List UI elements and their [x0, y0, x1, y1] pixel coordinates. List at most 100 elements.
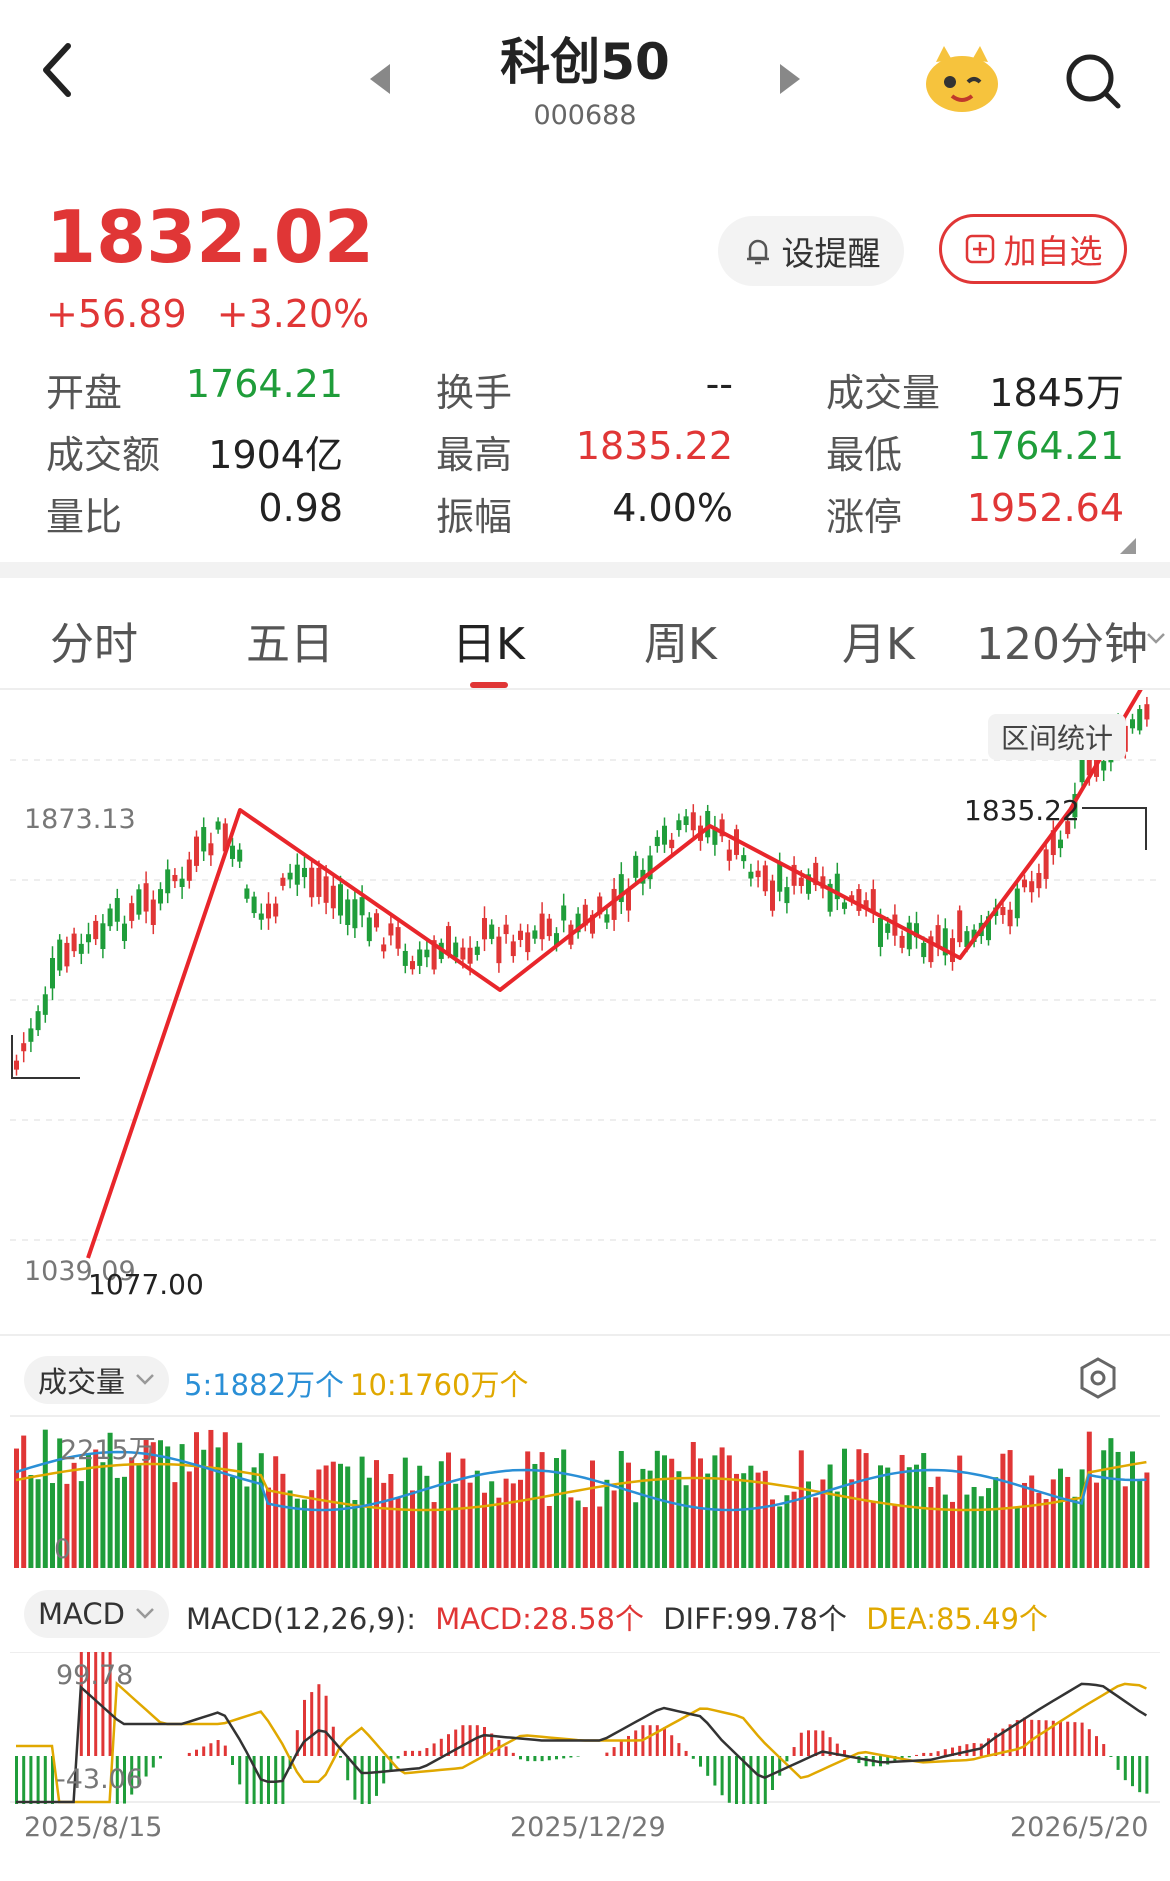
volume-bar: [460, 1458, 466, 1568]
candle-body: [71, 933, 77, 952]
stat-value: 0.98: [258, 486, 343, 530]
chevron-down-icon: [136, 1608, 154, 1619]
volume-bar: [676, 1471, 682, 1568]
volume-bar: [395, 1497, 401, 1568]
candle-body: [21, 1043, 27, 1052]
macd-histogram-bar: [663, 1727, 666, 1756]
last-price: 1832.02: [46, 195, 374, 279]
candle-body: [446, 926, 451, 955]
candle-body: [330, 885, 336, 909]
mascot-icon[interactable]: [922, 44, 1002, 116]
macd-histogram-bar: [195, 1749, 198, 1756]
volume-bar: [791, 1491, 797, 1568]
volume-bar: [978, 1496, 984, 1568]
volume-bar: [244, 1486, 250, 1568]
range-stats-button[interactable]: 区间统计: [988, 714, 1126, 760]
tab-2[interactable]: 日K: [452, 608, 525, 672]
macd-histogram-bar: [562, 1756, 566, 1759]
low-marker-line: [11, 1035, 80, 1079]
volume-bar: [496, 1497, 502, 1568]
macd-histogram-bar: [1145, 1756, 1149, 1794]
macd-histogram-bar: [29, 1756, 33, 1804]
volume-bar: [1101, 1450, 1107, 1568]
volume-bar: [784, 1495, 790, 1568]
candle-body: [950, 938, 955, 962]
macd-y-top: 99.78: [56, 1660, 134, 1691]
macd-histogram-bar: [763, 1756, 767, 1804]
macd-histogram-bar: [483, 1726, 486, 1756]
tab-1[interactable]: 五日: [246, 608, 334, 672]
candle-body: [762, 865, 768, 892]
volume-bar: [993, 1477, 999, 1568]
candle-body: [107, 908, 113, 927]
macd-histogram-bar: [303, 1699, 306, 1756]
macd-histogram-bar: [915, 1754, 918, 1756]
volume-bar: [438, 1461, 444, 1568]
candle-body: [798, 877, 804, 887]
change-percent: +3.20%: [216, 292, 370, 336]
macd-histogram-bar: [454, 1729, 458, 1756]
volume-bar: [410, 1490, 415, 1568]
macd-diff-line: [16, 1682, 1148, 1804]
macd-chart[interactable]: [0, 1652, 1170, 1804]
volume-bar: [1108, 1438, 1114, 1568]
macd-histogram-bar: [792, 1747, 796, 1756]
volume-bar: [518, 1479, 523, 1568]
volume-bar: [222, 1432, 228, 1568]
chevron-down-icon[interactable]: [1146, 632, 1166, 646]
macd-histogram-bar: [187, 1752, 191, 1756]
volume-bar: [258, 1453, 264, 1568]
plus-square-icon: [965, 234, 994, 264]
stat-label: 涨停: [826, 495, 903, 539]
tab-4[interactable]: 月K: [842, 608, 915, 672]
volume-indicator-select[interactable]: 成交量: [24, 1356, 170, 1404]
macd-dea: DEA:85.49个: [866, 1602, 1048, 1636]
volume-bar: [719, 1447, 725, 1568]
candle-body: [93, 920, 99, 940]
date-start: 2025/8/15: [24, 1812, 163, 1843]
macd-indicator-select[interactable]: MACD: [24, 1590, 169, 1638]
volume-bar: [532, 1463, 538, 1568]
date-end: 2026/5/20: [1010, 1812, 1149, 1843]
macd-dea-line: [16, 1680, 1147, 1804]
macd-histogram-bar: [735, 1756, 738, 1804]
stat-label: 量比: [46, 495, 123, 539]
search-icon[interactable]: [1064, 52, 1124, 112]
volume-bar: [618, 1450, 624, 1568]
candle-body: [770, 880, 775, 911]
kline-chart[interactable]: [0, 690, 1170, 1332]
add-watchlist-button[interactable]: 加自选: [939, 214, 1127, 284]
settings-icon[interactable]: [1078, 1356, 1118, 1400]
macd-histogram-bar: [605, 1752, 609, 1756]
tab-5[interactable]: 120分钟: [976, 608, 1148, 672]
volume-ma5: 5:1882万个: [184, 1368, 345, 1402]
candle-body: [921, 942, 927, 958]
stat-value: --: [705, 362, 733, 406]
volume-bar: [705, 1473, 711, 1568]
tab-0[interactable]: 分时: [50, 608, 138, 672]
volume-bar: [626, 1462, 631, 1568]
set-alert-button[interactable]: 设提醒: [718, 216, 904, 286]
candle-body: [604, 914, 610, 923]
expand-corner-icon[interactable]: [1118, 536, 1138, 556]
volume-bar: [906, 1467, 912, 1568]
volume-bar: [669, 1458, 675, 1568]
candle-body: [100, 923, 106, 950]
stat-value: 1764.21: [966, 424, 1124, 468]
next-stock-icon[interactable]: [776, 62, 802, 96]
candle-body: [474, 946, 480, 955]
candle-body: [1014, 888, 1020, 919]
candle-body: [338, 884, 343, 916]
candle-body: [748, 871, 754, 879]
macd-histogram-bar: [1109, 1756, 1113, 1757]
volume-bar: [136, 1463, 142, 1568]
candle-body: [460, 947, 466, 960]
candle-body: [1058, 839, 1063, 849]
volume-chart[interactable]: [0, 1414, 1170, 1570]
volume-bar: [1115, 1451, 1121, 1568]
macd-histogram-bar: [223, 1745, 227, 1756]
date-mid: 2025/12/29: [510, 1812, 666, 1843]
tab-3[interactable]: 周K: [644, 608, 717, 672]
macd-histogram-bar: [396, 1756, 400, 1759]
volume-bar: [230, 1476, 235, 1568]
